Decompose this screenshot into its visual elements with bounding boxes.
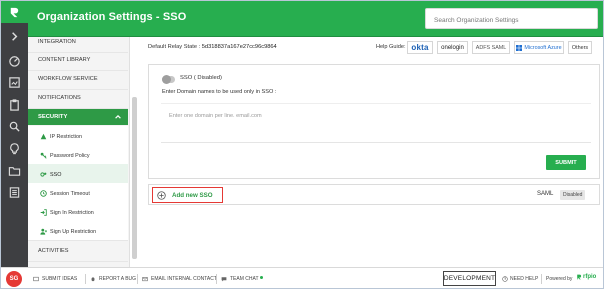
warning-icon <box>40 133 47 140</box>
powered-by-label: Powered by <box>546 276 573 282</box>
folder-icon <box>8 166 21 176</box>
rail-ideas[interactable] <box>1 137 28 159</box>
sidebar-subitem-label: IP Restriction <box>50 134 82 140</box>
footer-divider <box>85 274 86 284</box>
clock-icon <box>40 190 47 197</box>
help-icon <box>502 276 508 282</box>
expand-rail-button[interactable] <box>1 25 28 47</box>
add-circle-icon <box>157 190 166 200</box>
chat-icon <box>221 277 227 282</box>
page-header: Organization Settings - SSO <box>28 1 603 37</box>
domain-names-label: Enter Domain names to be used only in SS… <box>162 89 277 95</box>
help-guide-others[interactable]: Others <box>568 41 592 54</box>
need-help-label: NEED HELP <box>510 276 539 282</box>
domain-names-input[interactable] <box>161 104 591 142</box>
sidebar-subitem-label: Session Timeout <box>50 191 90 197</box>
saml-label: SAML <box>537 191 554 197</box>
sidebar-scrollbar[interactable] <box>132 97 137 259</box>
default-relay-state: Default Relay State : 5d318837a167e27cc9… <box>148 44 277 50</box>
add-user-icon <box>40 228 47 235</box>
help-guide-okta[interactable]: okta <box>407 41 433 54</box>
sidebar-item-security[interactable]: SECURITY <box>28 109 128 125</box>
sso-toggle[interactable] <box>162 75 175 84</box>
need-help-link[interactable]: NEED HELP <box>502 276 538 282</box>
rail-content[interactable] <box>1 93 28 115</box>
saml-status-badge: Disabled <box>560 190 586 200</box>
chevron-right-icon <box>12 31 18 41</box>
sso-gears-icon <box>40 172 47 177</box>
sso-config-card: SSO ( Disabled) Enter Domain names to be… <box>148 64 600 179</box>
rfpio-logo: rfpio <box>576 274 596 280</box>
help-guide-adfs-saml[interactable]: ADFS SAML <box>472 41 510 54</box>
settings-search-input[interactable] <box>426 11 597 30</box>
bug-icon <box>91 277 95 282</box>
environment-badge: DEVELOPMENT <box>443 271 496 286</box>
page-title: Organization Settings - SSO <box>37 11 187 23</box>
sidebar-subitem-label: Sign In Restriction <box>50 210 94 216</box>
icon-rail <box>1 1 28 267</box>
email-icon <box>142 277 148 282</box>
footer-link-label: SUBMIT IDEAS <box>42 276 78 282</box>
rail-dashboard[interactable] <box>1 49 28 71</box>
search-icon <box>9 121 20 132</box>
rail-search[interactable] <box>1 115 28 137</box>
domain-names-box[interactable] <box>161 103 591 143</box>
add-sso-row: Add new SSO SAML Disabled <box>148 184 600 205</box>
sidebar-security-label: SECURITY <box>38 114 68 120</box>
sidebar-subitem-label: Sign Up Restriction <box>50 229 97 235</box>
sidebar-item-notifications[interactable]: NOTIFICATIONS <box>28 87 128 109</box>
report-icon <box>9 186 20 198</box>
sidebar-subitem-label: Password Policy <box>50 153 90 159</box>
footer-link-label: EMAIL INTERNAL CONTACT <box>151 276 217 282</box>
ideas-icon <box>33 276 39 282</box>
relay-value: 5d318837a167e27cc96c9864 <box>201 44 277 50</box>
footer-bar: SG SUBMIT IDEAS REPORT A BUG EMAIL INTER… <box>1 267 603 288</box>
app-logo[interactable] <box>1 1 28 23</box>
footer-submit-ideas[interactable]: SUBMIT IDEAS <box>33 276 77 282</box>
footer-divider <box>541 274 542 284</box>
sso-status-label: SSO ( Disabled) <box>180 75 222 81</box>
footer-divider <box>216 274 217 284</box>
rfpio-brand: rfpio <box>583 274 597 280</box>
rail-projects[interactable] <box>1 71 28 93</box>
sidebar-subitem-label: SSO <box>50 172 62 178</box>
footer-team-chat[interactable]: TEAM CHAT <box>221 275 263 282</box>
settings-search[interactable] <box>425 8 598 30</box>
logo-icon <box>10 7 19 17</box>
windows-icon <box>516 44 523 51</box>
footer-link-label: REPORT A BUG <box>99 276 137 282</box>
key-icon <box>40 152 47 159</box>
sso-main-panel: Default Relay State : 5d318837a167e27cc9… <box>139 37 603 267</box>
projects-icon <box>9 76 20 88</box>
sidebar-item-activities[interactable]: ACTIVITIES <box>28 240 128 262</box>
footer-link-label: TEAM CHAT <box>230 276 259 282</box>
lightbulb-icon <box>10 142 19 154</box>
chevron-up-icon <box>115 114 121 119</box>
dashboard-icon <box>9 55 20 67</box>
add-new-sso-button[interactable]: Add new SSO <box>152 187 223 203</box>
add-new-sso-label: Add new SSO <box>172 191 213 199</box>
rfpio-logo-icon <box>577 274 582 280</box>
relay-label: Default Relay State : <box>148 44 201 50</box>
clipboard-icon <box>10 98 19 111</box>
footer-email-contact[interactable]: EMAIL INTERNAL CONTACT <box>142 276 217 282</box>
user-avatar[interactable]: SG <box>6 271 22 287</box>
help-guide-onelogin[interactable]: onelogin <box>437 41 468 54</box>
footer-divider <box>137 274 138 284</box>
rail-folders[interactable] <box>1 159 28 181</box>
azure-label: Microsoft Azure <box>524 44 562 51</box>
online-dot <box>259 275 263 279</box>
submit-button[interactable]: SUBMIT <box>546 155 586 170</box>
app-window: Organization Settings - SSO INTEGRATION … <box>0 0 604 289</box>
footer-report-bug[interactable]: REPORT A BUG <box>90 276 136 282</box>
help-guide-microsoft-azure[interactable]: Microsoft Azure <box>514 41 564 54</box>
help-guide-label: Help Guide: <box>376 44 406 50</box>
sign-in-icon <box>40 209 47 216</box>
settings-sidebar: INTEGRATION CONTENT LIBRARY WORKFLOW SER… <box>28 37 130 267</box>
rail-reports[interactable] <box>1 181 28 203</box>
